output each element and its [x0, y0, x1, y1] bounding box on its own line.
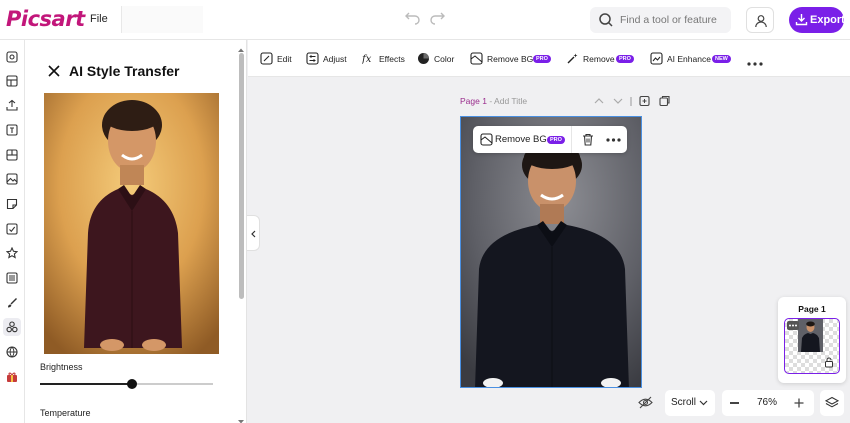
floating-remove-bg-label: Remove BG	[495, 134, 547, 145]
new-badge: NEW	[712, 55, 731, 63]
account-button[interactable]	[746, 7, 774, 33]
magic-wand-icon	[567, 53, 578, 64]
undo-icon[interactable]	[403, 10, 421, 28]
gift-icon[interactable]	[3, 368, 21, 386]
picsart-logo[interactable]: Picsart	[6, 7, 85, 31]
trash-icon	[583, 133, 593, 146]
project-title-field[interactable]	[121, 6, 203, 33]
remove-label: Remove	[583, 54, 615, 64]
brightness-slider[interactable]	[40, 378, 213, 389]
more-tools-icon[interactable]	[747, 57, 763, 66]
brand-icon[interactable]	[3, 343, 21, 361]
chevron-left-icon	[251, 230, 256, 238]
search-bar[interactable]: Find a tool or feature	[590, 7, 731, 33]
search-icon	[599, 13, 613, 27]
pages-panel: Page 1	[778, 297, 846, 383]
duplicate-page-icon	[659, 97, 669, 107]
zoom-level[interactable]: 76%	[752, 397, 782, 408]
pro-badge: PRO	[547, 136, 565, 144]
download-icon	[795, 14, 808, 26]
edit-label: Edit	[277, 54, 292, 64]
chevron-down-icon	[699, 400, 708, 406]
zoom-in-icon[interactable]	[794, 398, 804, 408]
temperature-label: Temperature	[40, 408, 91, 418]
adjust-icon	[306, 52, 319, 65]
export-label: Export	[810, 14, 845, 26]
close-icon[interactable]	[47, 64, 61, 78]
scroll-down-arrow[interactable]	[237, 416, 245, 423]
canvas-image[interactable]	[460, 116, 642, 388]
ai-enhance-label: AI Enhance	[667, 54, 711, 64]
grid-icon[interactable]	[3, 146, 21, 164]
stickers-icon[interactable]	[3, 195, 21, 213]
brightness-label: Brightness	[40, 362, 83, 372]
panel-title: AI Style Transfer	[69, 63, 180, 79]
style-preview-image	[44, 93, 219, 354]
scroll-up-arrow[interactable]	[237, 44, 245, 52]
page-separator: -	[486, 96, 495, 106]
tool-bar: Edit Adjust fx Effects Color Remove BG P…	[248, 40, 850, 77]
brightness-slider-fill	[40, 383, 132, 385]
page-controls	[594, 95, 674, 107]
page-header: Page 1 - Add Title	[460, 96, 527, 106]
move-page-down-icon	[613, 98, 623, 104]
layers-button[interactable]	[820, 390, 844, 416]
upload-icon[interactable]	[3, 96, 21, 114]
tools-icon[interactable]	[3, 318, 21, 336]
draw-icon[interactable]	[3, 294, 21, 312]
backgrounds-icon[interactable]	[3, 269, 21, 287]
templates-icon[interactable]	[3, 48, 21, 66]
edit-icon	[260, 52, 273, 65]
redo-icon[interactable]	[429, 10, 447, 28]
add-title-field[interactable]: Add Title	[494, 96, 527, 106]
delete-button[interactable]	[575, 126, 600, 153]
pro-badge: PRO	[616, 55, 634, 63]
zoom-out-icon[interactable]	[730, 402, 739, 404]
panel-scrollbar[interactable]	[239, 53, 244, 299]
color-icon	[418, 53, 429, 64]
image-floating-toolbar: Remove BG PRO	[473, 126, 627, 153]
eye-off-icon	[638, 396, 653, 409]
page-thumbnail[interactable]	[784, 318, 840, 374]
floating-remove-bg-button[interactable]: Remove BG PRO	[473, 126, 572, 153]
page-thumbnail-title: Page 1	[798, 304, 826, 314]
more-options-button[interactable]	[600, 126, 627, 153]
lock-icon[interactable]	[823, 356, 835, 368]
remove-bg-label: Remove BG	[487, 54, 534, 64]
svg-text:fx: fx	[362, 54, 372, 65]
layers-icon	[825, 396, 839, 408]
effects-icon: fx	[362, 54, 372, 65]
user-icon	[755, 15, 767, 28]
color-label: Color	[434, 54, 455, 64]
ai-style-transfer-panel: AI Style Transfer Brightness Temperature	[25, 40, 247, 423]
text-icon[interactable]	[3, 121, 21, 139]
left-rail	[0, 40, 25, 423]
layouts-icon[interactable]	[3, 72, 21, 90]
page-name: Page 1	[460, 96, 487, 106]
scroll-mode-label: Scroll	[671, 397, 697, 408]
page-menu-icon[interactable]	[787, 321, 799, 330]
export-button[interactable]: Export	[789, 7, 845, 33]
top-bar: Picsart File Find a tool or feature Expo…	[0, 0, 850, 40]
elements-icon[interactable]	[3, 220, 21, 238]
pro-badge: PRO	[533, 55, 551, 63]
favorites-icon[interactable]	[3, 244, 21, 262]
more-icon	[606, 138, 621, 142]
effects-label: Effects	[379, 54, 405, 64]
hide-button[interactable]	[635, 390, 657, 416]
photos-icon[interactable]	[3, 170, 21, 188]
remove-bg-icon	[480, 133, 493, 146]
collapse-panel-button[interactable]	[247, 215, 260, 251]
adjust-label: Adjust	[323, 54, 347, 64]
search-placeholder: Find a tool or feature	[620, 14, 717, 26]
page-thumbnail-image	[798, 319, 823, 352]
ai-enhance-icon	[650, 52, 663, 65]
move-page-up-icon	[594, 98, 604, 104]
brightness-slider-handle[interactable]	[126, 378, 137, 389]
scroll-mode-dropdown[interactable]: Scroll	[665, 390, 715, 416]
file-menu[interactable]: File	[90, 13, 108, 25]
remove-bg-icon	[470, 52, 483, 65]
zoom-control: 76%	[722, 390, 814, 416]
